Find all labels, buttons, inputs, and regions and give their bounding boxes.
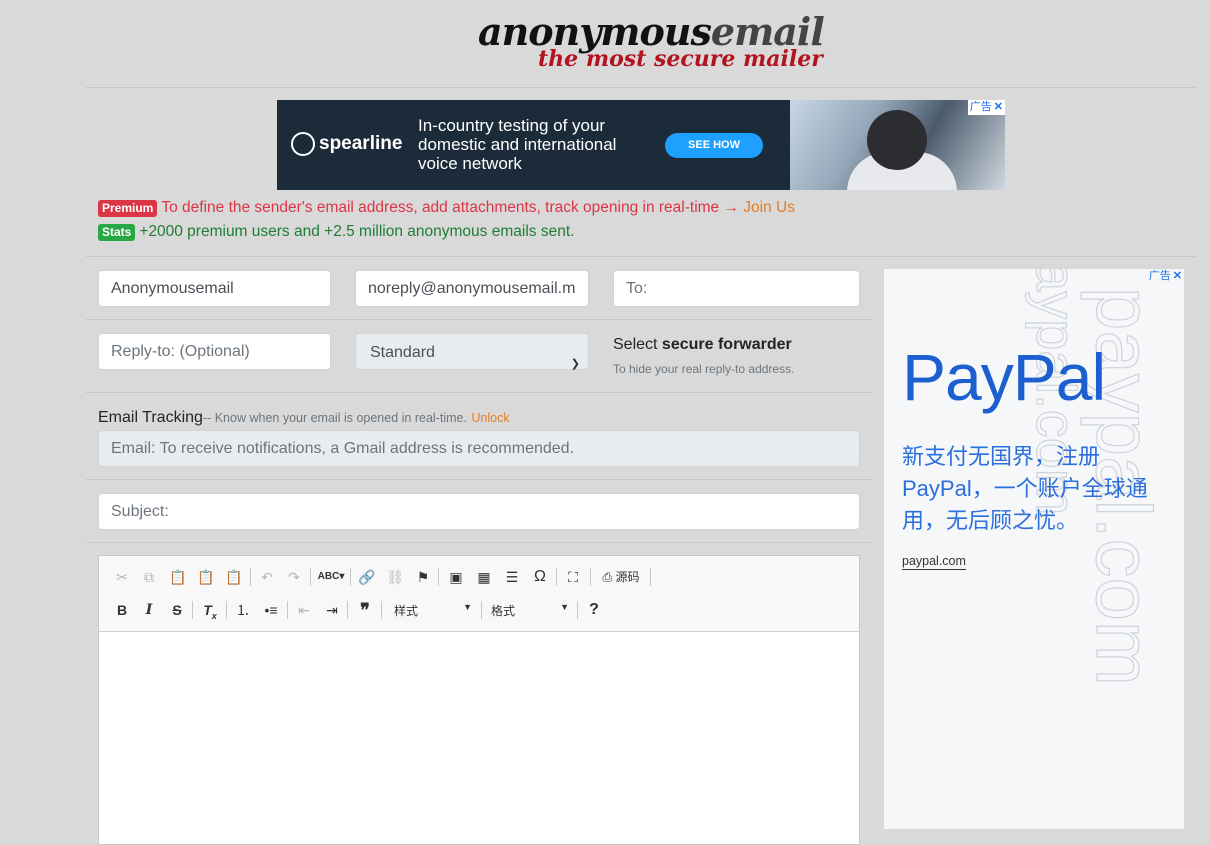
- paste-icon[interactable]: 📋: [168, 568, 188, 586]
- image-icon[interactable]: ▣: [446, 568, 466, 586]
- row-divider: [86, 479, 872, 480]
- link-icon[interactable]: 🔗: [357, 568, 377, 586]
- source-icon: ⎙: [602, 570, 613, 584]
- sender-name-input[interactable]: [98, 270, 331, 307]
- ad-body-text: 新支付无国界，注册PayPal，一个账户全球通用，无后顾之忧。: [902, 444, 1148, 533]
- toolbar-separator: [590, 568, 591, 586]
- remove-format-icon[interactable]: Tx: [200, 601, 220, 625]
- subject-input[interactable]: [98, 493, 860, 530]
- paypal-logo: PayPal: [902, 340, 1106, 414]
- bulleted-list-icon[interactable]: •≡: [261, 601, 281, 619]
- forwarder-label: Select secure forwarder: [613, 336, 792, 353]
- toolbar-separator: [226, 601, 227, 619]
- top-banner-ad[interactable]: spearline In-country testing of your dom…: [277, 100, 1005, 190]
- premium-text: To define the sender's email address, ad…: [161, 199, 739, 216]
- undo-icon[interactable]: ↶: [257, 568, 277, 586]
- toolbar-separator: [577, 601, 578, 619]
- blockquote-icon[interactable]: ❞: [355, 601, 375, 619]
- styles-dropdown[interactable]: 样式 ▼: [394, 602, 472, 618]
- close-icon[interactable]: ✕: [1173, 270, 1182, 282]
- format-dropdown[interactable]: 格式 ▼: [491, 602, 569, 618]
- indent-icon[interactable]: ⇥: [322, 601, 342, 619]
- row-divider: [86, 542, 872, 543]
- horizontal-line-icon[interactable]: ☰: [502, 568, 522, 586]
- numbered-list-icon[interactable]: ⒈: [233, 601, 253, 619]
- ad-photo-person-head: [867, 110, 927, 170]
- toolbar-separator: [556, 568, 557, 586]
- ad-choices[interactable]: 广告 ✕: [1147, 269, 1184, 284]
- side-paypal-ad[interactable]: paypal.com paypal.com PayPal 新支付无国界，注册Pa…: [884, 269, 1184, 829]
- editor-toolbar: ✂ ⧉ 📋 📋 📋 ↶ ↷ ABC▾ 🔗 ⛓ ⚑ ▣ ▦ ☰ Ω ⛶ ⎙ 源码 …: [99, 556, 859, 632]
- paste-text-icon[interactable]: 📋: [196, 568, 216, 586]
- premium-badge: Premium: [98, 200, 158, 217]
- toolbar-separator: [481, 601, 482, 619]
- redo-icon[interactable]: ↷: [284, 568, 304, 586]
- source-button[interactable]: ⎙ 源码: [597, 568, 645, 586]
- toolbar-separator: [192, 601, 193, 619]
- spellcheck-icon[interactable]: ABC▾: [317, 568, 345, 586]
- format-label: 格式: [491, 604, 516, 618]
- join-us-link[interactable]: Join Us: [743, 199, 795, 216]
- logo-tagline: the most secure mailer: [538, 46, 823, 72]
- unlink-icon[interactable]: ⛓: [385, 568, 405, 586]
- ad-see-how-button[interactable]: SEE HOW: [665, 133, 763, 158]
- tracking-help: -- Know when your email is opened in rea…: [202, 411, 467, 425]
- maximize-icon[interactable]: ⛶: [563, 568, 583, 586]
- toolbar-separator: [287, 601, 288, 619]
- ad-brand: spearline: [291, 132, 402, 156]
- toolbar-separator: [350, 568, 351, 586]
- toolbar-separator: [438, 568, 439, 586]
- unlock-link[interactable]: Unlock: [471, 411, 509, 425]
- forwarder-select[interactable]: Standard ❯: [355, 333, 589, 370]
- outdent-icon[interactable]: ⇤: [294, 601, 314, 619]
- tracking-email-input[interactable]: [98, 430, 860, 467]
- strikethrough-icon[interactable]: S: [167, 601, 187, 619]
- header-divider: [86, 87, 1196, 88]
- copy-icon[interactable]: ⧉: [139, 568, 159, 586]
- toolbar-separator: [310, 568, 311, 586]
- special-char-icon[interactable]: Ω: [530, 568, 550, 586]
- toolbar-separator: [250, 568, 251, 586]
- to-input[interactable]: [613, 270, 860, 307]
- ad-domain-link[interactable]: paypal.com: [902, 554, 966, 570]
- styles-label: 样式: [394, 604, 419, 618]
- paste-word-icon[interactable]: 📋: [224, 568, 244, 586]
- cloud-icon: [291, 132, 315, 156]
- cut-icon[interactable]: ✂: [112, 568, 132, 586]
- row-divider: [86, 392, 872, 393]
- anchor-flag-icon[interactable]: ⚑: [413, 568, 433, 586]
- ad-copy: In-country testing of your domestic and …: [418, 116, 617, 173]
- forwarder-help: To hide your real reply-to address.: [613, 362, 795, 376]
- toolbar-separator: [650, 568, 651, 586]
- rich-text-editor[interactable]: ✂ ⧉ 📋 📋 📋 ↶ ↷ ABC▾ 🔗 ⛓ ⚑ ▣ ▦ ☰ Ω ⛶ ⎙ 源码 …: [98, 555, 860, 845]
- sender-email-input[interactable]: [355, 270, 589, 307]
- forwarder-selected-value: Standard: [370, 344, 435, 361]
- notice-divider: [86, 256, 1196, 257]
- stats-notice: Stats +2000 premium users and +2.5 millio…: [98, 223, 574, 241]
- toolbar-separator: [347, 601, 348, 619]
- close-icon[interactable]: ✕: [994, 101, 1003, 113]
- toolbar-separator: [381, 601, 382, 619]
- ad-choices[interactable]: 广告 ✕: [967, 100, 1005, 115]
- help-icon[interactable]: ?: [584, 601, 604, 619]
- chevron-down-icon: ▼: [560, 602, 569, 612]
- stats-text: +2000 premium users and +2.5 million ano…: [139, 223, 575, 240]
- reply-to-input[interactable]: [98, 333, 331, 370]
- stats-badge: Stats: [98, 224, 136, 241]
- premium-notice: Premium To define the sender's email addr…: [98, 199, 795, 217]
- tracking-label: Email Tracking-- Know when your email is…: [98, 409, 510, 426]
- bold-icon[interactable]: B: [112, 601, 132, 619]
- italic-icon[interactable]: I: [139, 601, 159, 619]
- chevron-down-icon: ▼: [463, 602, 472, 612]
- chevron-down-icon: ❯: [570, 358, 580, 370]
- row-divider: [86, 319, 872, 320]
- table-icon[interactable]: ▦: [474, 568, 494, 586]
- editor-content-area[interactable]: [99, 632, 859, 842]
